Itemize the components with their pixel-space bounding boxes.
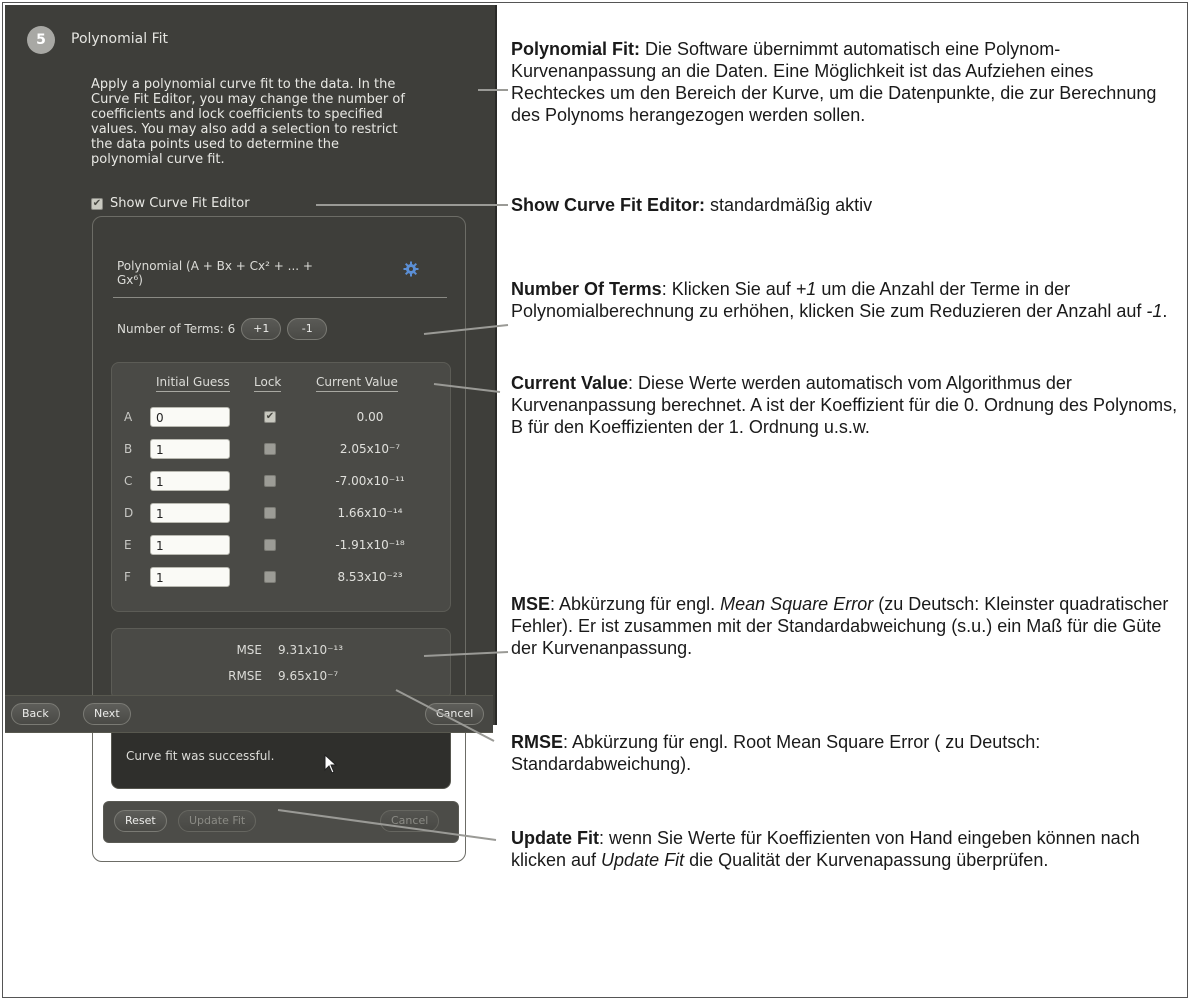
- mouse-cursor-icon: [324, 754, 338, 774]
- step-description: Apply a polynomial curve fit to the data…: [91, 77, 459, 167]
- coefficient-letter: B: [124, 442, 133, 456]
- annotation-text: standardmäßig aktiv: [705, 195, 873, 215]
- coefficient-row: C 1 ✔ -7.00x10⁻¹¹: [112, 469, 450, 495]
- number-of-terms-row: Number of Terms: 6 +1 -1: [117, 318, 328, 340]
- annotation-rmse: RMSE: Abkürzung für engl. Root Mean Squa…: [511, 731, 1181, 775]
- remove-term-button[interactable]: -1: [287, 318, 328, 340]
- description-line: Apply a polynomial curve fit to the data…: [91, 77, 396, 92]
- wizard-panel: 5 Polynomial Fit Apply a polynomial curv…: [5, 5, 497, 862]
- error-metrics-box: MSE 9.31x10⁻¹³ RMSE 9.65x10⁻⁷: [111, 628, 451, 700]
- annotation-show-editor: Show Curve Fit Editor: standardmäßig akt…: [511, 194, 1181, 216]
- curve-fit-editor: Polynomial (A + Bx + Cx² + ... + Gx⁶) Nu…: [92, 216, 466, 862]
- coefficient-letter: D: [124, 506, 134, 520]
- annotation-number-of-terms: Number Of Terms: Klicken Sie auf +1 um d…: [511, 278, 1181, 322]
- current-value-header: Current Value: [316, 375, 398, 392]
- update-fit-button[interactable]: Update Fit: [178, 810, 257, 832]
- lock-checkbox[interactable]: ✔: [264, 507, 276, 519]
- formula-line: Gx⁶): [117, 273, 143, 287]
- annotation-text: : Abkürzung für engl.: [550, 594, 721, 614]
- annotation-text: : Abkürzung für engl. Root Mean Square E…: [511, 732, 1041, 774]
- fit-status-box: Curve fit was successful.: [111, 725, 451, 789]
- current-value: 8.53x10⁻²³: [337, 570, 403, 584]
- annotation-text: .: [1162, 301, 1168, 321]
- coefficient-letter: F: [124, 570, 131, 584]
- coefficients-table: Initial Guess Lock Current Value A 0 ✔ 0…: [111, 362, 451, 612]
- rmse-label: RMSE: [228, 669, 262, 683]
- gear-icon[interactable]: [403, 261, 419, 277]
- annotation-title: Show Curve Fit Editor:: [511, 195, 706, 215]
- show-editor-label: Show Curve Fit Editor: [110, 196, 250, 211]
- annotation-title: MSE: [511, 594, 551, 614]
- wizard-button-bar: Back Next Cancel: [5, 695, 493, 733]
- current-value: 1.66x10⁻¹⁴: [337, 506, 403, 520]
- step-number-badge: 5: [27, 26, 55, 54]
- fit-status-text: Curve fit was successful.: [126, 749, 275, 763]
- annotation-title: Polynomial Fit:: [511, 39, 641, 59]
- annotation-italic: +1: [795, 279, 817, 299]
- description-line: the data points used to determine the: [91, 137, 339, 152]
- initial-guess-input[interactable]: 1: [150, 535, 230, 555]
- annotation-current-value: Current Value: Diese Werte werden automa…: [511, 372, 1181, 438]
- lock-header: Lock: [254, 375, 282, 392]
- initial-guess-input[interactable]: 1: [150, 567, 230, 587]
- description-line: values. You may also add a selection to …: [91, 122, 398, 137]
- initial-guess-input[interactable]: 1: [150, 503, 230, 523]
- add-term-button[interactable]: +1: [241, 318, 282, 340]
- coefficient-row: A 0 ✔ 0.00: [112, 405, 450, 431]
- current-value: -1.91x10⁻¹⁸: [335, 538, 405, 552]
- cancel-button[interactable]: Cancel: [425, 703, 485, 725]
- annotation-title: RMSE: [511, 732, 564, 752]
- lock-checkbox[interactable]: ✔: [264, 475, 276, 487]
- show-curve-fit-editor-toggle[interactable]: ✔ Show Curve Fit Editor: [91, 196, 250, 211]
- annotation-italic: Update Fit: [601, 850, 685, 870]
- initial-guess-input[interactable]: 0: [150, 407, 230, 427]
- coefficient-row: B 1 ✔ 2.05x10⁻⁷: [112, 437, 450, 463]
- current-value: 0.00: [356, 410, 384, 424]
- annotation-italic: -1: [1146, 301, 1163, 321]
- step-title: Polynomial Fit: [71, 31, 168, 47]
- reset-button[interactable]: Reset: [114, 810, 167, 832]
- coefficient-letter: E: [124, 538, 132, 552]
- lock-checkbox[interactable]: ✔: [264, 539, 276, 551]
- lock-checkbox[interactable]: ✔: [264, 411, 276, 423]
- coefficient-row: F 1 ✔ 8.53x10⁻²³: [112, 565, 450, 591]
- annotation-mse: MSE: Abkürzung für engl. Mean Square Err…: [511, 593, 1181, 659]
- coefficient-row: D 1 ✔ 1.66x10⁻¹⁴: [112, 501, 450, 527]
- annotation-polynomial-fit: Polynomial Fit: Die Software übernimmt a…: [511, 38, 1181, 126]
- initial-guess-input[interactable]: 1: [150, 439, 230, 459]
- polynomial-formula: Polynomial (A + Bx + Cx² + ... + Gx⁶): [117, 259, 357, 287]
- annotation-text: die Qualität der Kurvenapassung überprüf…: [684, 850, 1049, 870]
- annotation-title: Current Value: [511, 373, 629, 393]
- description-line: polynomial curve fit.: [91, 152, 225, 167]
- description-line: coefficients and lock coefficients to sp…: [91, 107, 383, 122]
- formula-line: Polynomial (A + Bx + Cx² + ... +: [117, 259, 313, 273]
- annotation-title: Number Of Terms: [511, 279, 662, 299]
- description-line: Curve Fit Editor, you may change the num…: [91, 92, 405, 107]
- mse-label: MSE: [236, 643, 262, 657]
- mse-value: 9.31x10⁻¹³: [278, 643, 344, 657]
- rmse-value: 9.65x10⁻⁷: [278, 669, 339, 683]
- show-editor-checkbox[interactable]: ✔: [91, 197, 103, 210]
- coefficient-letter: A: [124, 410, 133, 424]
- back-button[interactable]: Back: [11, 703, 60, 725]
- annotation-italic: Mean Square Error: [720, 594, 874, 614]
- editor-cancel-button[interactable]: Cancel: [380, 810, 440, 832]
- current-value: 2.05x10⁻⁷: [339, 442, 401, 456]
- coefficient-row: E 1 ✔ -1.91x10⁻¹⁸: [112, 533, 450, 559]
- coefficient-letter: C: [124, 474, 133, 488]
- number-of-terms-label: Number of Terms: 6: [117, 322, 236, 336]
- initial-guess-header: Initial Guess: [156, 375, 230, 392]
- initial-guess-input[interactable]: 1: [150, 471, 230, 491]
- annotation-update-fit: Update Fit: wenn Sie Werte für Koeffizie…: [511, 827, 1181, 871]
- lock-checkbox[interactable]: ✔: [264, 571, 276, 583]
- next-button[interactable]: Next: [83, 703, 131, 725]
- annotation-title: Update Fit: [511, 828, 599, 848]
- current-value: -7.00x10⁻¹¹: [335, 474, 405, 488]
- editor-button-bar: Reset Update Fit Cancel: [103, 801, 459, 843]
- annotation-text: : Klicken Sie auf: [661, 279, 796, 299]
- formula-divider: [113, 297, 447, 298]
- lock-checkbox[interactable]: ✔: [264, 443, 276, 455]
